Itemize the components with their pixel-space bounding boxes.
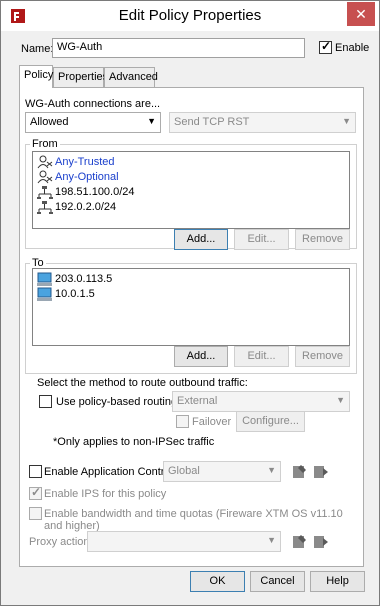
clone-action-icon [314, 466, 328, 478]
chevron-down-icon: ▼ [147, 116, 156, 126]
enable-checkbox[interactable] [319, 39, 332, 54]
policy-tab-panel: WG-Auth connections are... Allowed ▼ Sen… [19, 87, 364, 567]
tab-policy[interactable]: Policy [19, 65, 53, 88]
close-button[interactable]: ✕ [347, 2, 375, 26]
close-icon: ✕ [355, 6, 367, 22]
host-icon [37, 272, 52, 286]
from-label: From [30, 138, 60, 150]
edit-policy-dialog: Edit Policy Properties ✕ Name: WG-Auth E… [0, 0, 380, 606]
to-item-host-2: 10.0.1.5 [55, 288, 95, 300]
app-control-value: Global [168, 465, 200, 477]
from-list[interactable]: Any-Trusted Any-Optional 198.51.100.0/24… [32, 151, 350, 229]
chevron-down-icon: ▼ [267, 535, 276, 545]
reject-action-value: Send TCP RST [174, 116, 250, 128]
from-add-button[interactable]: Add... [174, 229, 228, 250]
from-item-any-trusted: Any-Trusted [55, 156, 115, 168]
alias-icon [37, 155, 53, 169]
clone-proxy-icon [314, 536, 328, 548]
network-icon [37, 201, 53, 214]
app-control-select: Global ▼ [163, 461, 281, 482]
name-label: Name: [21, 43, 54, 55]
proxy-action-select: ▼ [87, 531, 281, 552]
cancel-button[interactable]: Cancel [250, 571, 305, 592]
to-edit-button: Edit... [234, 346, 289, 367]
routing-interface-select: External ▼ [172, 391, 350, 412]
bandwidth-quota-checkbox [29, 507, 42, 520]
routing-interface-value: External [177, 395, 218, 407]
tab-properties[interactable]: Properties [53, 67, 108, 87]
routing-method-label: Select the method to route outbound traf… [37, 377, 248, 389]
from-item-any-optional: Any-Optional [55, 171, 119, 183]
proxy-action-label: Proxy action: [29, 536, 93, 548]
routing-note: *Only applies to non-IPSec traffic [53, 436, 215, 448]
reject-action-select: Send TCP RST ▼ [169, 112, 356, 133]
title-bar: Edit Policy Properties ✕ [1, 1, 379, 31]
chevron-down-icon: ▼ [342, 116, 351, 126]
network-icon [37, 186, 53, 199]
ips-label: Enable IPS for this policy [44, 488, 167, 500]
policy-based-routing-checkbox[interactable] [39, 395, 52, 408]
ok-button[interactable]: OK [190, 571, 245, 592]
tab-advanced[interactable]: Advanced [104, 67, 158, 87]
ips-checkbox [29, 485, 42, 500]
to-item-host-1: 203.0.113.5 [55, 273, 113, 285]
chevron-down-icon: ▼ [267, 465, 276, 475]
from-edit-button: Edit... [234, 229, 289, 250]
bandwidth-quota-label: Enable bandwidth and time quotas (Firewa… [44, 508, 343, 532]
app-control-label: Enable Application Control: [44, 466, 177, 478]
host-icon [37, 287, 52, 301]
connection-action-value: Allowed [30, 116, 69, 128]
help-button[interactable]: Help [310, 571, 365, 592]
from-item-network-2: 192.0.2.0/24 [55, 201, 117, 213]
enable-label: Enable [335, 42, 370, 54]
alias-icon [37, 170, 53, 184]
failover-label: Failover [192, 416, 232, 428]
configure-button: Configure... [236, 411, 305, 432]
to-remove-button: Remove [295, 346, 350, 367]
policy-name-input[interactable]: WG-Auth [52, 38, 305, 58]
to-add-button[interactable]: Add... [174, 346, 228, 367]
failover-checkbox [176, 415, 189, 428]
policy-based-routing-label: Use policy-based routing [56, 396, 178, 408]
from-remove-button: Remove [295, 229, 350, 250]
connection-action-select[interactable]: Allowed ▼ [25, 112, 161, 133]
app-control-checkbox[interactable] [29, 465, 42, 478]
chevron-down-icon: ▼ [336, 395, 345, 405]
connections-label: WG-Auth connections are... [25, 98, 161, 110]
edit-proxy-icon [293, 535, 306, 548]
to-list[interactable]: 203.0.113.5 10.0.1.5 [32, 268, 350, 346]
edit-action-icon [293, 465, 306, 478]
window-title: Edit Policy Properties [118, 7, 262, 24]
from-item-network-1: 198.51.100.0/24 [55, 186, 135, 198]
